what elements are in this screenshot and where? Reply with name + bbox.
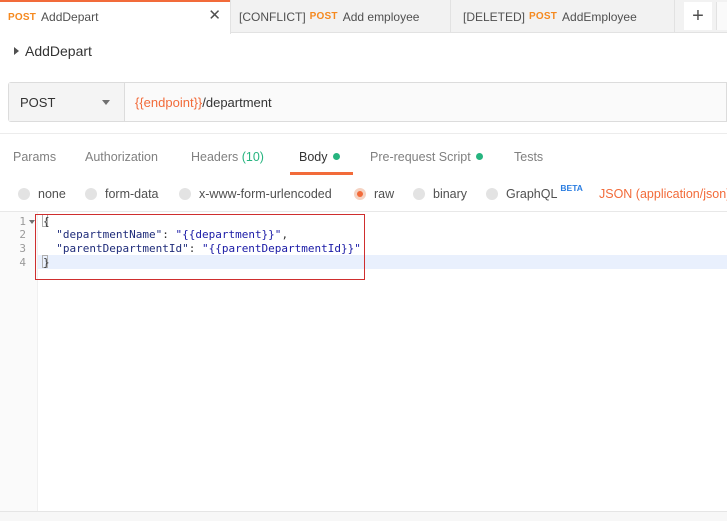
line-number: 4 (19, 256, 26, 269)
line-number: 3 (19, 242, 26, 255)
status-dot-icon (475, 153, 483, 160)
radio-label: raw (374, 187, 395, 201)
tab-body[interactable]: Body (299, 150, 340, 164)
tab-addemployee-deleted[interactable]: [DELETED] POST AddEmployee (455, 0, 675, 33)
radio-urlencoded[interactable]: x-www-form-urlencoded (179, 187, 332, 201)
radio-label: form-data (105, 187, 159, 201)
caret-right-icon[interactable] (14, 47, 19, 55)
radio-circle-icon (85, 188, 97, 200)
body-type-options: none form-data x-www-form-urlencoded raw… (0, 182, 727, 206)
line-number: 2 (19, 228, 26, 241)
status-dot-icon (332, 153, 340, 160)
tab-adddepart[interactable]: POST AddDepart ✕ (0, 0, 231, 34)
headers-count: (10) (241, 150, 264, 164)
tab-authorization[interactable]: Authorization (85, 150, 158, 164)
radio-form-data[interactable]: form-data (85, 187, 159, 201)
radio-checked-icon (354, 188, 366, 200)
tab-prefix: [DELETED] (463, 9, 526, 24)
radio-circle-icon (179, 188, 191, 200)
radio-label: GraphQL (506, 187, 558, 201)
line-number: 1 (19, 215, 26, 228)
tab-headers-label: Headers (191, 150, 239, 164)
tab-prerequest-label: Pre-request Script (370, 150, 471, 164)
tab-prerequest-script[interactable]: Pre-request Script (370, 150, 483, 164)
close-icon[interactable]: ✕ (208, 8, 221, 23)
tab-params[interactable]: Params (13, 150, 56, 164)
request-name: AddDepart (25, 43, 92, 59)
radio-circle-icon (486, 188, 498, 200)
request-title[interactable]: AddDepart (14, 43, 92, 59)
tab-label: AddDepart (41, 10, 99, 24)
code-editor[interactable]: 1 2 3 4 { "departmentName": "{{departmen… (0, 211, 727, 511)
method-select[interactable]: POST (9, 83, 125, 121)
tab-add-employee-conflict[interactable]: [CONFLICT] POST Add employee (231, 0, 451, 33)
tab-body-label: Body (299, 150, 328, 164)
active-tab-underline (290, 172, 353, 175)
editor-gutter: 1 2 3 4 (0, 212, 38, 511)
tab-label: AddEmployee (562, 9, 637, 24)
radio-graphql[interactable]: GraphQL BETA (486, 183, 583, 201)
url-path: /department (202, 94, 272, 110)
request-subtabs: Params Authorization Headers (10) Body P… (0, 133, 727, 175)
beta-badge: BETA (560, 183, 583, 193)
tab-headers[interactable]: Headers (10) (191, 150, 264, 164)
tab-label: Add employee (342, 9, 420, 24)
radio-circle-icon (18, 188, 30, 200)
radio-label: binary (433, 187, 468, 201)
url-bar: POST {{endpoint}}/department (8, 82, 727, 122)
annotation-box (35, 214, 365, 280)
radio-raw[interactable]: raw (354, 187, 394, 201)
radio-none[interactable]: none (18, 187, 66, 201)
radio-binary[interactable]: binary (413, 187, 467, 201)
editor-bottom-bar (0, 511, 727, 521)
url-input[interactable]: {{endpoint}}/department (125, 83, 726, 121)
tab-method: POST (8, 11, 37, 23)
content-type-select[interactable]: JSON (application/json) (599, 187, 727, 201)
chevron-down-icon (102, 100, 110, 105)
tab-prefix: [CONFLICT] (239, 9, 306, 24)
radio-label: none (38, 187, 66, 201)
tab-tests[interactable]: Tests (514, 150, 543, 164)
new-tab-button[interactable]: + (684, 2, 712, 30)
tab-method: POST (529, 11, 558, 22)
method-value: POST (20, 94, 56, 110)
tab-overflow-button[interactable] (716, 2, 727, 30)
request-tab-bar: POST AddDepart ✕ [CONFLICT] POST Add emp… (0, 0, 727, 34)
radio-circle-icon (413, 188, 425, 200)
url-variable: {{endpoint}} (135, 94, 203, 110)
radio-label: x-www-form-urlencoded (199, 187, 332, 201)
tab-method: POST (309, 11, 338, 22)
